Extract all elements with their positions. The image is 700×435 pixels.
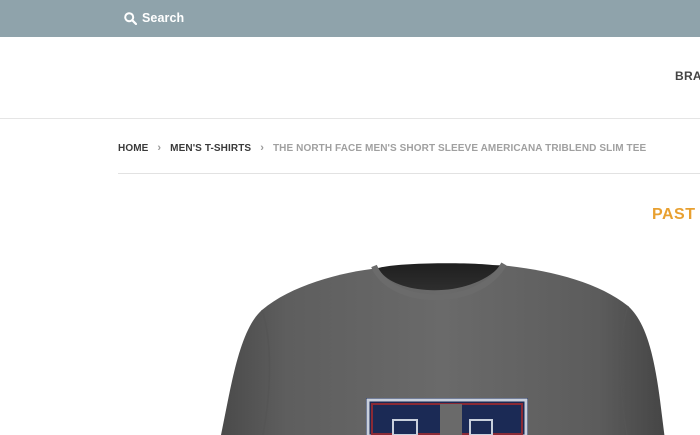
breadcrumb-current-product: THE NORTH FACE MEN'S SHORT SLEEVE AMERIC… [272,142,647,154]
search-label: Search [142,11,185,25]
breadcrumb: HOME › MEN'S T-SHIRTS › THE NORTH FACE M… [118,142,646,154]
product-image[interactable] [0,180,700,435]
breadcrumb-home[interactable]: HOME [118,143,148,154]
nav-item-brands[interactable]: BRA [675,69,700,83]
breadcrumb-separator: › [260,142,264,154]
breadcrumb-mens-tshirts[interactable]: MEN'S T-SHIRTS [170,143,251,154]
search-button[interactable]: Search [124,9,184,27]
breadcrumb-divider [118,173,700,174]
breadcrumb-separator: › [157,142,162,154]
tshirt-illustration [221,262,665,435]
site-header: BRA [0,37,700,119]
top-bar: Search [0,0,700,37]
header-divider [0,118,700,119]
search-icon [124,11,137,25]
